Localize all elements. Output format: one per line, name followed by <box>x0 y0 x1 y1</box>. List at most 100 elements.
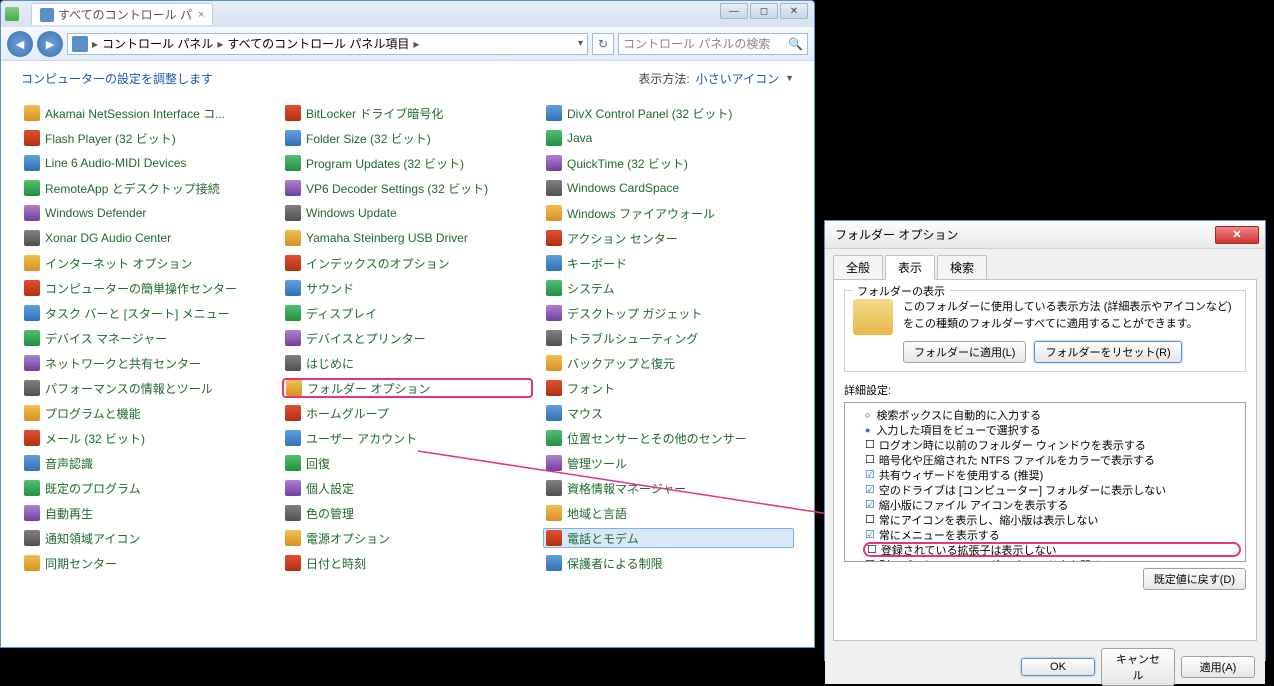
control-panel-item[interactable]: BitLocker ドライブ暗号化 <box>282 103 533 123</box>
control-panel-item[interactable]: Yamaha Steinberg USB Driver <box>282 228 533 248</box>
control-panel-item[interactable]: 地域と言語 <box>543 503 794 523</box>
control-panel-item[interactable]: 電源オプション <box>282 528 533 548</box>
tab-close-icon[interactable]: × <box>198 9 204 21</box>
control-panel-item[interactable]: 既定のプログラム <box>21 478 272 498</box>
control-panel-item[interactable]: タスク バーと [スタート] メニュー <box>21 303 272 323</box>
control-panel-item[interactable]: Windows CardSpace <box>543 178 794 198</box>
chevron-right-icon[interactable]: ▸ <box>217 37 223 51</box>
control-panel-item[interactable]: キーボード <box>543 253 794 273</box>
tab-view[interactable]: 表示 <box>885 255 935 280</box>
reset-folders-button[interactable]: フォルダーをリセット(R) <box>1034 341 1181 363</box>
control-panel-item[interactable]: ディスプレイ <box>282 303 533 323</box>
back-button[interactable]: ◄ <box>7 31 33 57</box>
tree-checkbox-item[interactable]: 縮小版にファイル アイコンを表示する <box>849 497 1241 512</box>
close-button[interactable]: ✕ <box>780 3 808 19</box>
control-panel-item[interactable]: 音声認識 <box>21 453 272 473</box>
control-panel-item[interactable]: Java <box>543 128 794 148</box>
control-panel-item[interactable]: 自動再生 <box>21 503 272 523</box>
control-panel-item[interactable]: 同期センター <box>21 553 272 573</box>
tree-checkbox-item[interactable]: 常にメニューを表示する <box>849 527 1241 542</box>
control-panel-item[interactable]: VP6 Decoder Settings (32 ビット) <box>282 178 533 198</box>
control-panel-item[interactable]: Program Updates (32 ビット) <box>282 153 533 173</box>
control-panel-item[interactable]: システム <box>543 278 794 298</box>
forward-button[interactable]: ► <box>37 31 63 57</box>
tree-checkbox-item[interactable]: ログオン時に以前のフォルダー ウィンドウを表示する <box>849 437 1241 452</box>
breadcrumb-item[interactable]: すべてのコントロール パネル項目 <box>227 35 409 52</box>
minimize-button[interactable]: — <box>720 3 748 19</box>
tree-checkbox-item[interactable]: 別のプロセスでフォルダー ウィンドウを開く <box>849 557 1241 562</box>
control-panel-item[interactable]: サウンド <box>282 278 533 298</box>
tree-checkbox-item[interactable]: 共有ウィザードを使用する (推奨) <box>849 467 1241 482</box>
control-panel-item[interactable]: コンピューターの簡単操作センター <box>21 278 272 298</box>
control-panel-item[interactable]: DivX Control Panel (32 ビット) <box>543 103 794 123</box>
control-panel-item[interactable]: Windows Defender <box>21 203 272 223</box>
chevron-right-icon[interactable]: ▸ <box>413 37 419 51</box>
tree-checkbox-item[interactable]: 常にアイコンを表示し、縮小版は表示しない <box>849 512 1241 527</box>
tab-general[interactable]: 全般 <box>833 255 883 280</box>
control-panel-item[interactable]: QuickTime (32 ビット) <box>543 153 794 173</box>
control-panel-item[interactable]: デスクトップ ガジェット <box>543 303 794 323</box>
control-panel-item[interactable]: トラブルシューティング <box>543 328 794 348</box>
control-panel-item[interactable]: Windows Update <box>282 203 533 223</box>
control-panel-item[interactable]: フォント <box>543 378 794 398</box>
ok-button[interactable]: OK <box>1021 658 1095 676</box>
chevron-down-icon[interactable]: ▾ <box>578 38 583 49</box>
cancel-button[interactable]: キャンセル <box>1101 648 1175 686</box>
search-input[interactable]: コントロール パネルの検索 🔍 <box>618 33 808 55</box>
dialog-close-button[interactable]: ✕ <box>1215 226 1259 244</box>
control-panel-item[interactable]: フォルダー オプション <box>282 378 533 398</box>
control-panel-item[interactable]: Xonar DG Audio Center <box>21 228 272 248</box>
advanced-settings-tree[interactable]: 検索ボックスに自動的に入力する入力した項目をビューで選択するログオン時に以前のフ… <box>844 402 1246 562</box>
restore-defaults-button[interactable]: 既定値に戻す(D) <box>1143 568 1246 590</box>
control-panel-item[interactable]: Line 6 Audio-MIDI Devices <box>21 153 272 173</box>
control-panel-item[interactable]: 電話とモデム <box>543 528 794 548</box>
control-panel-item[interactable]: はじめに <box>282 353 533 373</box>
tree-radio-item[interactable]: 検索ボックスに自動的に入力する <box>849 407 1241 422</box>
control-panel-item[interactable]: 資格情報マネージャー <box>543 478 794 498</box>
control-panel-item[interactable]: ネットワークと共有センター <box>21 353 272 373</box>
maximize-button[interactable]: ◻ <box>750 3 778 19</box>
control-panel-item[interactable]: プログラムと機能 <box>21 403 272 423</box>
tab-search[interactable]: 検索 <box>937 255 987 280</box>
search-icon[interactable]: 🔍 <box>788 37 803 51</box>
control-panel-item[interactable]: Windows ファイアウォール <box>543 203 794 223</box>
control-panel-item[interactable]: バックアップと復元 <box>543 353 794 373</box>
view-value[interactable]: 小さいアイコン <box>696 70 779 87</box>
control-panel-item[interactable]: 日付と時刻 <box>282 553 533 573</box>
control-panel-item[interactable]: デバイス マネージャー <box>21 328 272 348</box>
control-panel-item[interactable]: Folder Size (32 ビット) <box>282 128 533 148</box>
titlebar[interactable]: すべてのコントロール パ × — ◻ ✕ <box>1 1 814 27</box>
control-panel-item[interactable]: RemoteApp とデスクトップ接続 <box>21 178 272 198</box>
control-panel-item[interactable]: Flash Player (32 ビット) <box>21 128 272 148</box>
control-panel-item[interactable]: デバイスとプリンター <box>282 328 533 348</box>
chevron-right-icon[interactable]: ▸ <box>92 37 98 51</box>
tree-checkbox-item[interactable]: 暗号化や圧縮された NTFS ファイルをカラーで表示する <box>849 452 1241 467</box>
tree-radio-item[interactable]: 入力した項目をビューで選択する <box>849 422 1241 437</box>
control-panel-item[interactable]: パフォーマンスの情報とツール <box>21 378 272 398</box>
control-panel-item[interactable]: インデックスのオプション <box>282 253 533 273</box>
control-panel-item[interactable]: ユーザー アカウント <box>282 428 533 448</box>
control-panel-item[interactable]: 保護者による制限 <box>543 553 794 573</box>
control-panel-item[interactable]: 回復 <box>282 453 533 473</box>
control-panel-item[interactable]: マウス <box>543 403 794 423</box>
tree-checkbox-item[interactable]: 登録されている拡張子は表示しない <box>863 542 1241 557</box>
chevron-down-icon[interactable]: ▼ <box>785 73 794 83</box>
apply-button[interactable]: 適用(A) <box>1181 656 1255 678</box>
control-panel-item[interactable]: メール (32 ビット) <box>21 428 272 448</box>
refresh-button[interactable]: ↻ <box>592 33 614 55</box>
control-panel-item[interactable]: ホームグループ <box>282 403 533 423</box>
control-panel-item[interactable]: Akamai NetSession Interface コ... <box>21 103 272 123</box>
control-panel-item[interactable]: 通知領域アイコン <box>21 528 272 548</box>
control-panel-item[interactable]: アクション センター <box>543 228 794 248</box>
dialog-titlebar[interactable]: フォルダー オプション ✕ <box>825 221 1265 249</box>
control-panel-item[interactable]: 管理ツール <box>543 453 794 473</box>
control-panel-item[interactable]: 個人設定 <box>282 478 533 498</box>
breadcrumb-item[interactable]: コントロール パネル <box>102 35 213 52</box>
control-panel-item[interactable]: インターネット オプション <box>21 253 272 273</box>
apply-to-folders-button[interactable]: フォルダーに適用(L) <box>903 341 1026 363</box>
control-panel-item[interactable]: 位置センサーとその他のセンサー <box>543 428 794 448</box>
breadcrumb[interactable]: ▸ コントロール パネル ▸ すべてのコントロール パネル項目 ▸ ▾ <box>67 33 588 55</box>
browser-tab[interactable]: すべてのコントロール パ × <box>31 3 213 25</box>
control-panel-item[interactable]: 色の管理 <box>282 503 533 523</box>
tree-checkbox-item[interactable]: 空のドライブは [コンピューター] フォルダーに表示しない <box>849 482 1241 497</box>
